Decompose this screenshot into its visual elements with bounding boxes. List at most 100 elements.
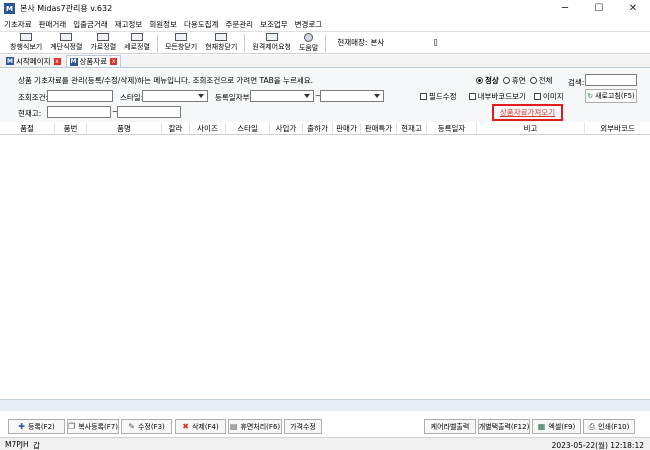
column-header-size[interactable]: 사이즈	[190, 122, 226, 135]
remote-control-icon	[265, 33, 278, 41]
dormant-button[interactable]: ▤ 휴면처리(F6)	[228, 419, 282, 434]
help-icon	[304, 32, 314, 42]
filter-panel: 상품 기초자료를 관리(등록/수정/삭제)하는 메뉴입니다. 조회조건으로 가려…	[0, 69, 650, 122]
menu-item[interactable]: 판매거래	[39, 19, 67, 30]
menu-item[interactable]: 다용도집계	[184, 19, 219, 30]
stock-to-input[interactable]	[117, 106, 181, 118]
menu-item[interactable]: 회원정보	[149, 19, 177, 30]
menu-bar: 기초자료 판매거래 입출금거래 재고정보 회원정보 다용도집계 주문관리 보조업…	[0, 17, 650, 31]
copy-register-button[interactable]: ❐ 복사등록(F7)	[67, 419, 119, 434]
edit-icon: ✎	[128, 422, 135, 431]
start-page-icon: M	[6, 57, 14, 65]
window-cascade-icon	[60, 33, 73, 41]
refresh-icon: ↻	[587, 92, 594, 100]
print-button[interactable]: ⎙ 인쇄(F10)	[583, 419, 635, 434]
archive-icon: ▤	[229, 422, 238, 431]
toolbar-divider	[325, 33, 327, 52]
excel-icon: ▦	[537, 422, 546, 431]
menu-item[interactable]: 변경로그	[295, 19, 323, 30]
column-header-reg-date[interactable]: 등록일자	[427, 122, 477, 135]
radio-dormant[interactable]	[502, 77, 510, 84]
style-dropdown[interactable]	[142, 90, 208, 102]
help-button[interactable]: 도움말	[295, 32, 322, 54]
tab-start-page[interactable]: M 시작페이지 x	[3, 55, 64, 67]
maximize-button[interactable]: ☐	[582, 0, 616, 17]
column-header-code[interactable]: 품번	[55, 122, 87, 135]
grid-header: 품절 품번 품명 칼라 사이즈 스타일 사입가 출하가 판매가 판매특가 현재고…	[0, 122, 650, 135]
action-button-bar: ✚ 등록(F2) ❐ 복사등록(F7) ✎ 수정(F3) ✖ 삭제(F4) ▤ …	[0, 416, 650, 437]
care-label-button[interactable]: 케어라벨출력	[424, 419, 476, 434]
close-current-button[interactable]: 현재창닫기	[201, 32, 241, 54]
edit-button[interactable]: ✎ 수정(F3)	[121, 419, 172, 434]
product-data-icon: M	[69, 57, 78, 66]
query-condition-label: 조회조건:	[18, 93, 49, 102]
delete-button[interactable]: ✖ 삭제(F4)	[175, 419, 226, 434]
tab-close-icon[interactable]: x	[110, 58, 118, 65]
tab-close-icon[interactable]: x	[53, 57, 61, 65]
delete-icon: ✖	[182, 422, 189, 431]
register-button[interactable]: ✚ 등록(F2)	[8, 419, 65, 434]
column-header-stock[interactable]: 현재고	[397, 122, 427, 135]
stock-from-input[interactable]	[47, 106, 111, 118]
column-header-shipping-price[interactable]: 출하가	[303, 122, 333, 135]
column-header-note[interactable]: 비고	[477, 122, 585, 135]
horizontal-arrange-button[interactable]: 가로정렬	[86, 32, 120, 54]
window-vertical-icon	[131, 33, 144, 41]
column-header-special-price[interactable]: 판매특가	[361, 122, 397, 135]
column-header-external-barcode[interactable]: 외부바코드	[585, 123, 650, 135]
search-label: 검색:	[568, 78, 585, 87]
app-logo-icon: M	[4, 3, 15, 14]
tab-product-data[interactable]: M 상품자료 x	[65, 55, 122, 67]
image-checkbox[interactable]	[533, 93, 541, 100]
page-description: 상품 기초자료를 관리(등록/수정/삭제)하는 메뉴입니다. 조회조건으로 가려…	[18, 76, 314, 85]
menu-item[interactable]: 주문관리	[225, 19, 253, 30]
window-tile-icon	[20, 33, 33, 41]
menu-item[interactable]: 재고정보	[115, 19, 143, 30]
internal-barcode-checkbox[interactable]	[468, 93, 476, 100]
search-input[interactable]	[585, 74, 637, 86]
excel-button[interactable]: ▦ 엑셀(F9)	[532, 419, 581, 434]
menu-item[interactable]: 보조업무	[260, 19, 288, 30]
store-value: 본사	[370, 38, 385, 47]
column-header-purchase-price[interactable]: 사입가	[270, 122, 303, 135]
close-all-button[interactable]: 모든창닫기	[161, 32, 201, 54]
column-header-soldout[interactable]: 품절	[0, 122, 55, 135]
import-product-data-link[interactable]: 상품자료가져오기	[492, 104, 563, 121]
style-label: 스타일:	[120, 93, 144, 102]
reg-date-to-dropdown[interactable]	[320, 90, 384, 102]
column-header-sale-price[interactable]: 판매가	[333, 122, 361, 135]
plus-icon: ✚	[18, 422, 25, 431]
vertical-arrange-button[interactable]: 세로정렬	[120, 32, 154, 54]
stock-label: 현재고:	[18, 109, 42, 118]
barcode-print-button[interactable]: 개별택출력(F12)	[478, 419, 530, 434]
toolbar-divider	[244, 33, 246, 52]
cascade-button[interactable]: 계단식정렬	[46, 32, 86, 54]
radio-all[interactable]	[529, 77, 537, 84]
reg-date-from-dropdown[interactable]	[250, 90, 314, 102]
column-header-name[interactable]: 품명	[87, 122, 162, 135]
printer-icon: ⎙	[588, 421, 596, 431]
refresh-button[interactable]: ↻ 새로고침(F5)	[585, 89, 637, 103]
query-condition-input[interactable]	[47, 90, 113, 102]
close-button[interactable]: ✕	[616, 0, 650, 17]
price-edit-button[interactable]: 가격수정	[284, 419, 322, 434]
window-horizontal-icon	[97, 33, 110, 41]
grid-body[interactable]	[0, 135, 650, 399]
menu-item[interactable]: 기초자료	[4, 19, 32, 30]
column-header-style[interactable]: 스타일	[226, 122, 270, 135]
menu-item[interactable]: 입출금거래	[73, 19, 108, 30]
window-title: 본사 Midas7관리용 v.632	[20, 4, 113, 13]
minimize-button[interactable]: ─	[548, 0, 582, 17]
field-edit-checkbox[interactable]	[420, 93, 427, 100]
toolbar-divider	[156, 33, 158, 52]
radio-normal[interactable]	[476, 77, 483, 84]
tile-view-button[interactable]: 창행식보기	[6, 32, 46, 54]
document-tab-bar: M 시작페이지 x M 상품자료 x	[0, 55, 650, 68]
store-dropdown-handle[interactable]	[434, 39, 438, 46]
column-header-color[interactable]: 칼라	[162, 122, 190, 135]
toolbar: 창행식보기 계단식정렬 가로정렬 세로정렬 모든창닫기 현재창닫기 원격제어요청…	[0, 31, 650, 54]
copy-icon: ❐	[68, 422, 76, 431]
grid-footer	[0, 399, 650, 411]
status-user: M7PJH	[5, 440, 29, 449]
remote-control-button[interactable]: 원격제어요청	[248, 32, 295, 54]
